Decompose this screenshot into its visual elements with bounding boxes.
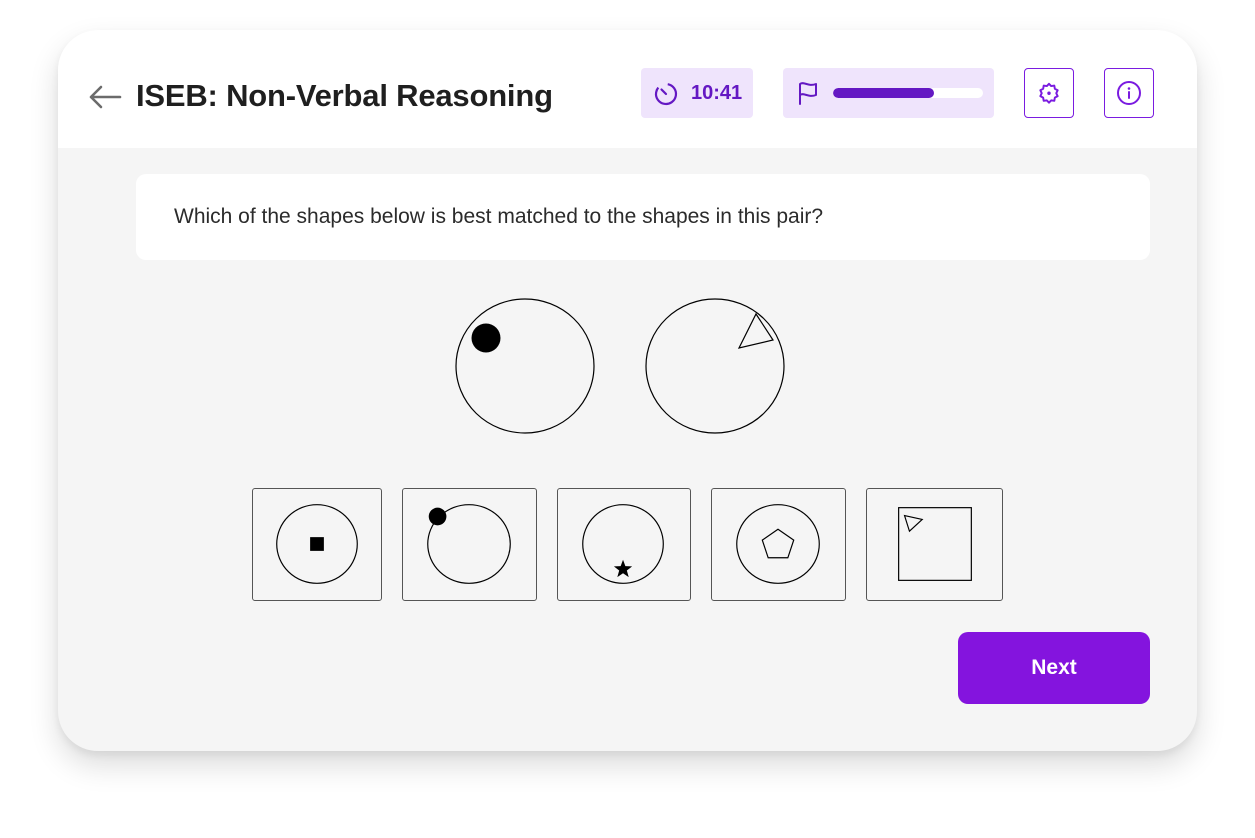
answer-option-c[interactable] <box>557 488 691 601</box>
timer: 10:41 <box>641 68 753 118</box>
answer-option-b[interactable] <box>402 488 537 601</box>
filled-circle-icon <box>471 323 501 353</box>
timer-value: 10:41 <box>691 81 743 104</box>
question-pair-figure <box>455 298 785 434</box>
outer-circle <box>645 298 785 434</box>
question-card: Which of the shapes below is best matche… <box>136 174 1150 260</box>
option-d-figure <box>736 504 820 584</box>
quiz-window: ISEB: Non-Verbal Reasoning 10:41 Which o… <box>58 30 1197 751</box>
progress-indicator <box>783 68 994 118</box>
star-icon <box>613 559 633 578</box>
info-button[interactable] <box>1104 68 1154 118</box>
gear-icon <box>1039 82 1059 104</box>
answer-option-e[interactable] <box>866 488 1003 601</box>
answer-option-d[interactable] <box>711 488 846 601</box>
filled-square-icon <box>310 537 324 551</box>
header: ISEB: Non-Verbal Reasoning 10:41 <box>58 30 1197 148</box>
next-button[interactable]: Next <box>958 632 1150 704</box>
outer-square <box>898 507 972 581</box>
pair-shape-1 <box>455 298 595 434</box>
progress-fill <box>833 88 934 98</box>
answer-option-a[interactable] <box>252 488 382 601</box>
option-b-figure <box>427 504 511 584</box>
back-button[interactable] <box>86 82 124 112</box>
progress-track <box>833 88 983 98</box>
arrow-left-icon <box>89 85 122 109</box>
option-c-figure <box>582 504 664 584</box>
outer-circle <box>455 298 595 434</box>
page-title: ISEB: Non-Verbal Reasoning <box>136 78 553 113</box>
timer-icon <box>654 82 678 106</box>
settings-button[interactable] <box>1024 68 1074 118</box>
info-icon <box>1117 81 1141 105</box>
option-a-figure <box>276 504 358 584</box>
option-e-figure <box>898 507 972 581</box>
filled-circle-icon <box>428 507 447 526</box>
pentagon-icon <box>761 528 795 559</box>
triangle-icon <box>903 514 924 533</box>
flag-icon <box>799 82 817 105</box>
question-text: Which of the shapes below is best matche… <box>174 205 824 228</box>
pair-shape-2 <box>645 298 785 434</box>
